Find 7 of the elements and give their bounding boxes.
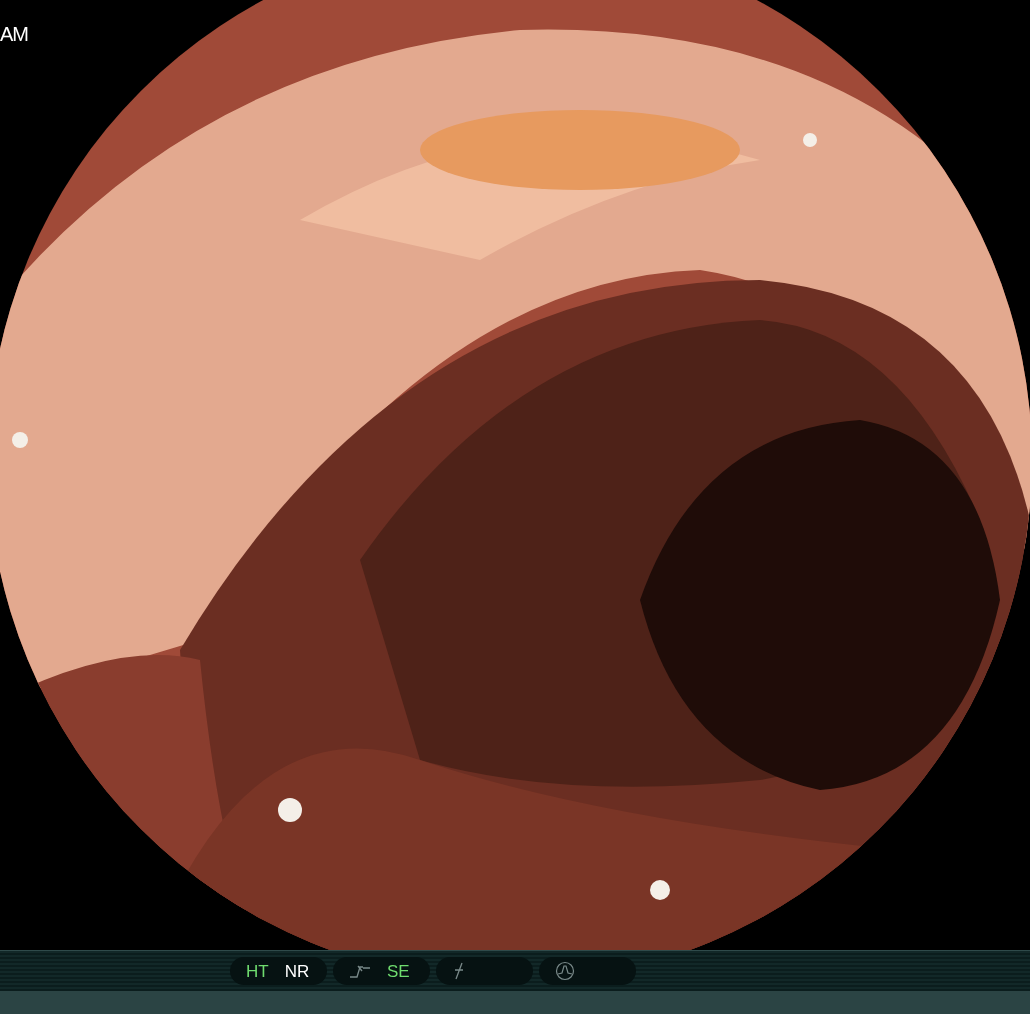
slash-icon: [452, 962, 466, 980]
time-label: AM: [0, 24, 28, 44]
mode-indicator: NR: [284, 962, 310, 980]
peak-icon: [555, 961, 575, 981]
mode-indicator: HT: [246, 962, 269, 980]
mode-indicator: SE: [387, 962, 410, 980]
curve-icon: [349, 963, 371, 979]
